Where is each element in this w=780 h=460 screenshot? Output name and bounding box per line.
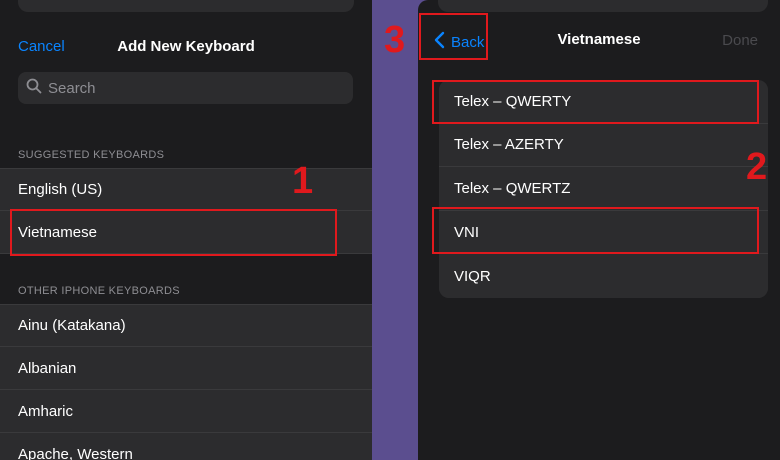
- list-item-english-us[interactable]: English (US): [0, 168, 372, 211]
- cancel-button[interactable]: Cancel: [18, 38, 65, 55]
- search-input[interactable]: [48, 79, 328, 97]
- list-item-amharic[interactable]: Amharic: [0, 390, 372, 433]
- list-item-telex-qwertz[interactable]: Telex – QWERTZ: [439, 167, 768, 211]
- highlight-box-vietnamese: [10, 209, 337, 256]
- step-badge-2: 2: [746, 146, 768, 188]
- list-item-ainu-katakana[interactable]: Ainu (Katakana): [0, 304, 372, 347]
- done-button[interactable]: Done: [722, 32, 758, 49]
- search-icon: [26, 78, 42, 99]
- background-sheet: [18, 0, 354, 12]
- other-keyboards-header: OTHER IPHONE KEYBOARDS: [18, 285, 180, 297]
- step-badge-3: 3: [384, 19, 406, 61]
- step-badge-1: 1: [292, 160, 314, 202]
- list-item-viqr[interactable]: VIQR: [439, 254, 768, 298]
- suggested-keyboards-header: SUGGESTED KEYBOARDS: [18, 149, 165, 161]
- other-keyboards-list: Ainu (Katakana) Albanian Amharic Apache,…: [0, 304, 372, 460]
- highlight-box-back: [419, 13, 488, 60]
- search-bar[interactable]: [18, 72, 353, 104]
- list-item-apache-western[interactable]: Apache, Western: [0, 433, 372, 460]
- list-item-albanian[interactable]: Albanian: [0, 347, 372, 390]
- highlight-box-telex-qwerty: [432, 80, 759, 124]
- list-item-telex-azerty[interactable]: Telex – AZERTY: [439, 123, 768, 168]
- highlight-box-vni: [432, 207, 759, 254]
- nav-bar: Add New Keyboard Cancel: [0, 26, 372, 66]
- panel-divider: [372, 0, 410, 460]
- add-keyboard-panel: Add New Keyboard Cancel SUGGESTED KEYBOA…: [0, 0, 372, 460]
- background-sheet: [438, 0, 768, 12]
- vietnamese-keyboards-panel: Back Vietnamese Done Telex – QWERTY Tele…: [410, 0, 780, 460]
